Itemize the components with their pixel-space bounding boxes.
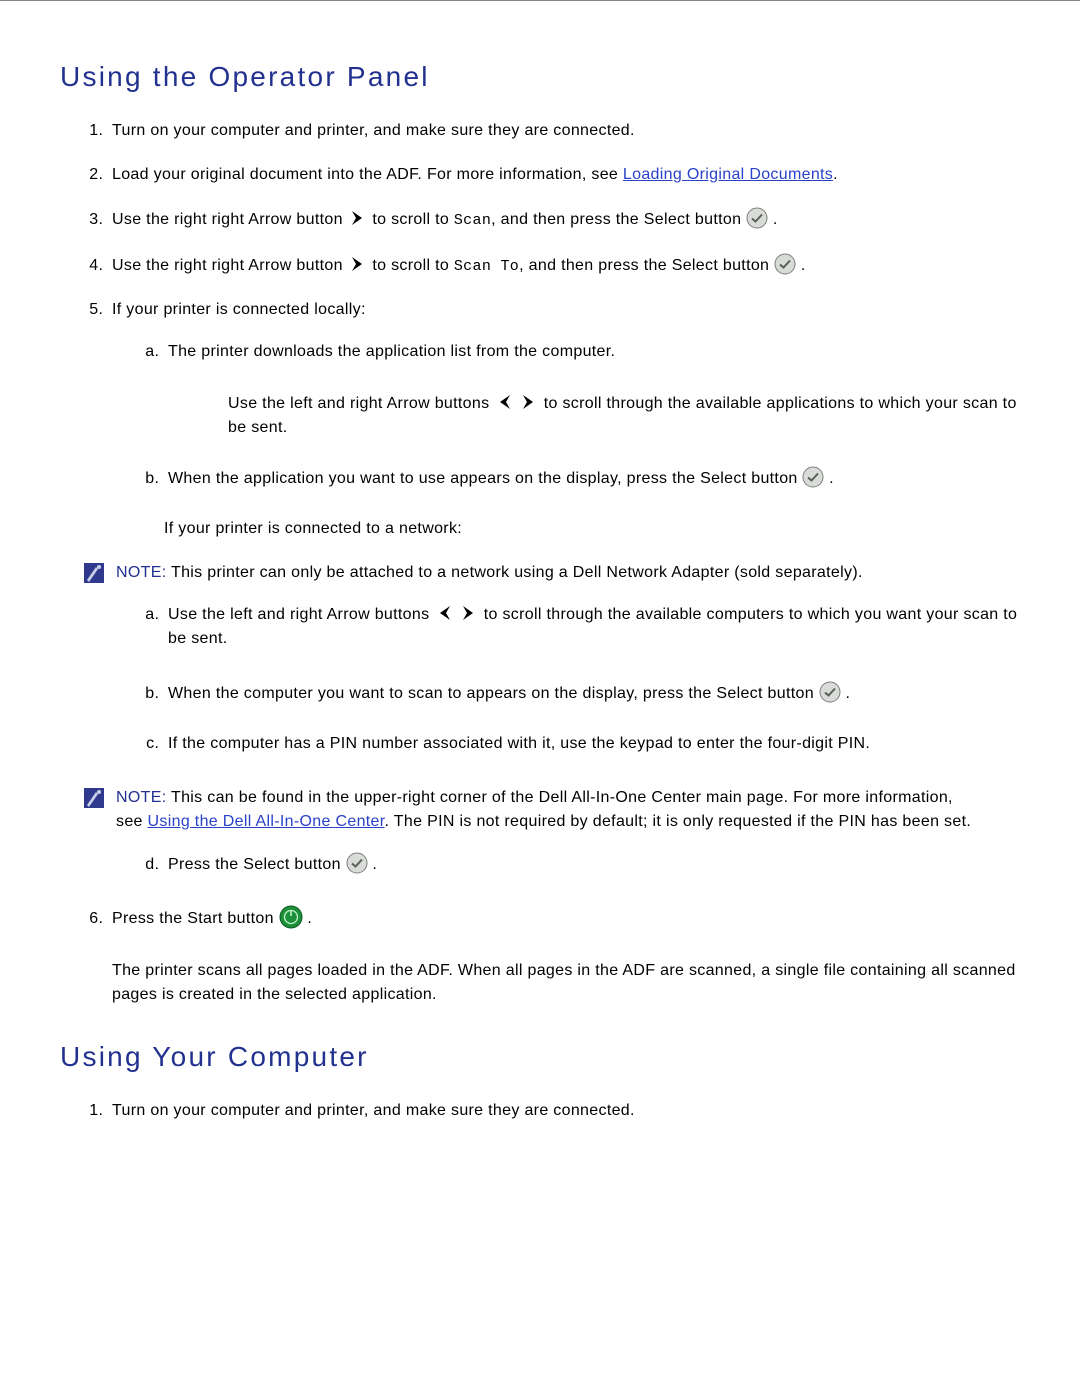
step-5b-text-a: When the application you want to use app… [168, 470, 802, 487]
step-5a: The printer downloads the application li… [164, 340, 1020, 440]
net-step-a-text-a: Use the left and right Arrow buttons [168, 606, 434, 623]
select-button-icon [346, 852, 368, 874]
note-1: NOTE: This printer can only be attached … [84, 561, 1020, 585]
heading-operator-panel: Using the Operator Panel [60, 61, 1020, 93]
step-4-text-a: Use the right right Arrow button [112, 257, 348, 274]
ordered-steps-operator-panel: Turn on your computer and printer, and m… [60, 119, 1020, 1007]
step-2: Load your original document into the ADF… [108, 163, 1020, 187]
page: Using the Operator Panel Turn on your co… [0, 0, 1080, 1397]
link-dell-aio-center[interactable]: Using the Dell All-In-One Center [148, 813, 385, 830]
step-5b: When the application you want to use app… [164, 466, 1020, 491]
step-5-network-substeps-cont: Press the Select button . [112, 852, 1020, 877]
note-2-label: NOTE: [116, 789, 167, 806]
arrow-right-icon [459, 603, 479, 623]
step-4-text-c: , and then press the Select button [519, 257, 774, 274]
step-3-text-c: , and then press the Select button [491, 211, 746, 228]
ordered-steps-your-computer: Turn on your computer and printer, and m… [60, 1099, 1020, 1123]
net-step-b-text-a: When the computer you want to scan to ap… [168, 685, 819, 702]
start-button-icon [279, 905, 303, 929]
arrow-right-icon [348, 254, 368, 274]
step-5a-detail-a: Use the left and right Arrow buttons [228, 395, 494, 412]
step-4-code: Scan To [454, 258, 519, 275]
step-5a-text: The printer downloads the application li… [168, 343, 615, 360]
link-loading-original-documents[interactable]: Loading Original Documents [623, 166, 833, 183]
step-6-text-b: . [307, 910, 312, 927]
arrow-right-icon [348, 208, 368, 228]
net-step-a: Use the left and right Arrow buttons to … [164, 603, 1020, 651]
step-5: If your printer is connected locally: Th… [108, 298, 1020, 877]
select-button-icon [746, 207, 768, 229]
net-step-b-text-b: . [845, 685, 850, 702]
step-5b-text-b: . [829, 470, 834, 487]
step-3-code: Scan [454, 212, 491, 229]
step-2-text-a: Load your original document into the ADF… [112, 166, 623, 183]
arrow-left-icon [434, 603, 454, 623]
note-icon [84, 788, 104, 808]
step-5-local-substeps: The printer downloads the application li… [112, 340, 1020, 491]
net-step-d-text-a: Press the Select button [168, 856, 346, 873]
step-3-text-a: Use the right right Arrow button [112, 211, 348, 228]
step-5-network-substeps: Use the left and right Arrow buttons to … [112, 603, 1020, 756]
note-icon [84, 563, 104, 583]
step-1: Turn on your computer and printer, and m… [108, 119, 1020, 143]
step-5-intro: If your printer is connected locally: [112, 301, 366, 318]
step-5a-detail: Use the left and right Arrow buttons to … [228, 392, 1020, 440]
net-step-d: Press the Select button . [164, 852, 1020, 877]
select-button-icon [819, 681, 841, 703]
note-2: NOTE: This can be found in the upper-rig… [84, 786, 1020, 834]
network-intro: If your printer is connected to a networ… [164, 517, 1020, 541]
step-6-after: The printer scans all pages loaded in th… [112, 959, 1020, 1007]
select-button-icon [802, 466, 824, 488]
step-4-text-d: . [801, 257, 806, 274]
step-2-text-b: . [833, 166, 838, 183]
arrow-left-icon [494, 392, 514, 412]
note-1-body: This printer can only be attached to a n… [167, 564, 863, 581]
select-button-icon [774, 253, 796, 275]
step-6: Press the Start button . The printer sca… [108, 905, 1020, 1007]
step-3-text-d: . [773, 211, 778, 228]
yc-step-1: Turn on your computer and printer, and m… [108, 1099, 1020, 1123]
step-4-text-b: to scroll to [372, 257, 454, 274]
step-3: Use the right right Arrow button to scro… [108, 207, 1020, 233]
net-step-d-text-b: . [372, 856, 377, 873]
note-2-text-b: . The PIN is not required by default; it… [385, 813, 972, 830]
step-3-text-b: to scroll to [372, 211, 454, 228]
net-step-c: If the computer has a PIN number associa… [164, 732, 1020, 756]
net-step-b: When the computer you want to scan to ap… [164, 681, 1020, 706]
arrow-right-icon [519, 392, 539, 412]
step-6-text-a: Press the Start button [112, 910, 279, 927]
heading-using-your-computer: Using Your Computer [60, 1041, 1020, 1073]
note-1-label: NOTE: [116, 564, 167, 581]
step-4: Use the right right Arrow button to scro… [108, 253, 1020, 279]
